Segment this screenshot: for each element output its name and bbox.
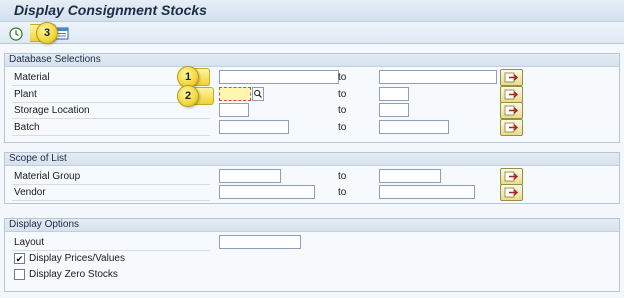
layout-input[interactable] [219, 235, 301, 249]
material-to-input[interactable] [379, 70, 497, 84]
material-from-input[interactable] [219, 70, 339, 84]
callout-2: 2 [177, 85, 199, 107]
material-label: Material [14, 72, 50, 83]
plant-label: Plant [14, 89, 37, 100]
multiple-selection-arrow-icon [504, 122, 519, 133]
display-options-title: Display Options [5, 219, 619, 232]
search-help-icon [254, 89, 262, 98]
plant-to-input[interactable] [379, 87, 409, 101]
vendor-label: Vendor [14, 187, 46, 198]
plant-row: Plant to [6, 86, 610, 103]
scope-of-list-title: Scope of List [5, 153, 619, 166]
storage-location-from-input[interactable] [219, 103, 249, 117]
display-zero-stocks-row[interactable]: Display Zero Stocks [6, 268, 610, 284]
multiple-selection-arrow-icon [504, 72, 519, 83]
execute-clock-icon[interactable] [9, 27, 23, 41]
display-zero-stocks-label: Display Zero Stocks [29, 269, 118, 280]
title-bar: Display Consignment Stocks [0, 0, 624, 22]
batch-row: Batch to [6, 119, 610, 136]
storage-location-to-input[interactable] [379, 103, 409, 117]
vendor-from-input[interactable] [219, 185, 315, 199]
divider [12, 118, 210, 119]
storage-location-label: Storage Location [14, 105, 90, 116]
multiple-selection-arrow-icon [504, 171, 519, 182]
storage-location-row: Storage Location to [6, 102, 610, 119]
database-selections-title: Database Selections [5, 54, 619, 67]
material-multiple-selection-button[interactable] [500, 69, 523, 86]
batch-label: Batch [14, 122, 40, 133]
batch-from-input[interactable] [219, 120, 289, 134]
multiple-selection-arrow-icon [504, 187, 519, 198]
vendor-to-input[interactable] [379, 185, 475, 199]
plant-multiple-selection-button[interactable] [500, 86, 523, 103]
vendor-multiple-selection-button[interactable] [500, 184, 523, 201]
batch-to-input[interactable] [379, 120, 449, 134]
callout-3: 3 [36, 22, 58, 44]
material-group-to-input[interactable] [379, 169, 441, 183]
vendor-row: Vendor to [6, 184, 610, 201]
material-to-label: to [338, 72, 347, 83]
layout-label: Layout [14, 237, 45, 248]
divider [12, 250, 210, 251]
material-group-row: Material Group to [6, 168, 610, 185]
layout-row: Layout [6, 235, 610, 251]
plant-from-input[interactable] [219, 87, 251, 101]
plant-search-help-button[interactable] [252, 87, 264, 101]
material-group-label: Material Group [14, 171, 81, 182]
multiple-selection-arrow-icon [504, 89, 519, 100]
divider [12, 200, 210, 201]
plant-to-label: to [338, 89, 347, 100]
display-prices-checkbox[interactable]: ✔ [14, 253, 25, 264]
storage-location-to-label: to [338, 105, 347, 116]
vendor-to-label: to [338, 187, 347, 198]
display-prices-label: Display Prices/Values [29, 253, 125, 264]
batch-to-label: to [338, 122, 347, 133]
multiple-selection-arrow-icon [504, 105, 519, 116]
material-group-to-label: to [338, 171, 347, 182]
application-toolbar [0, 22, 624, 44]
material-group-from-input[interactable] [219, 169, 281, 183]
display-prices-row[interactable]: ✔ Display Prices/Values [6, 252, 610, 268]
divider [12, 135, 210, 136]
batch-multiple-selection-button[interactable] [500, 119, 523, 136]
page-title: Display Consignment Stocks [14, 2, 207, 18]
material-row: Material to [6, 69, 610, 86]
storage-location-multiple-selection-button[interactable] [500, 102, 523, 119]
display-zero-stocks-checkbox[interactable] [14, 269, 25, 280]
material-group-multiple-selection-button[interactable] [500, 168, 523, 185]
